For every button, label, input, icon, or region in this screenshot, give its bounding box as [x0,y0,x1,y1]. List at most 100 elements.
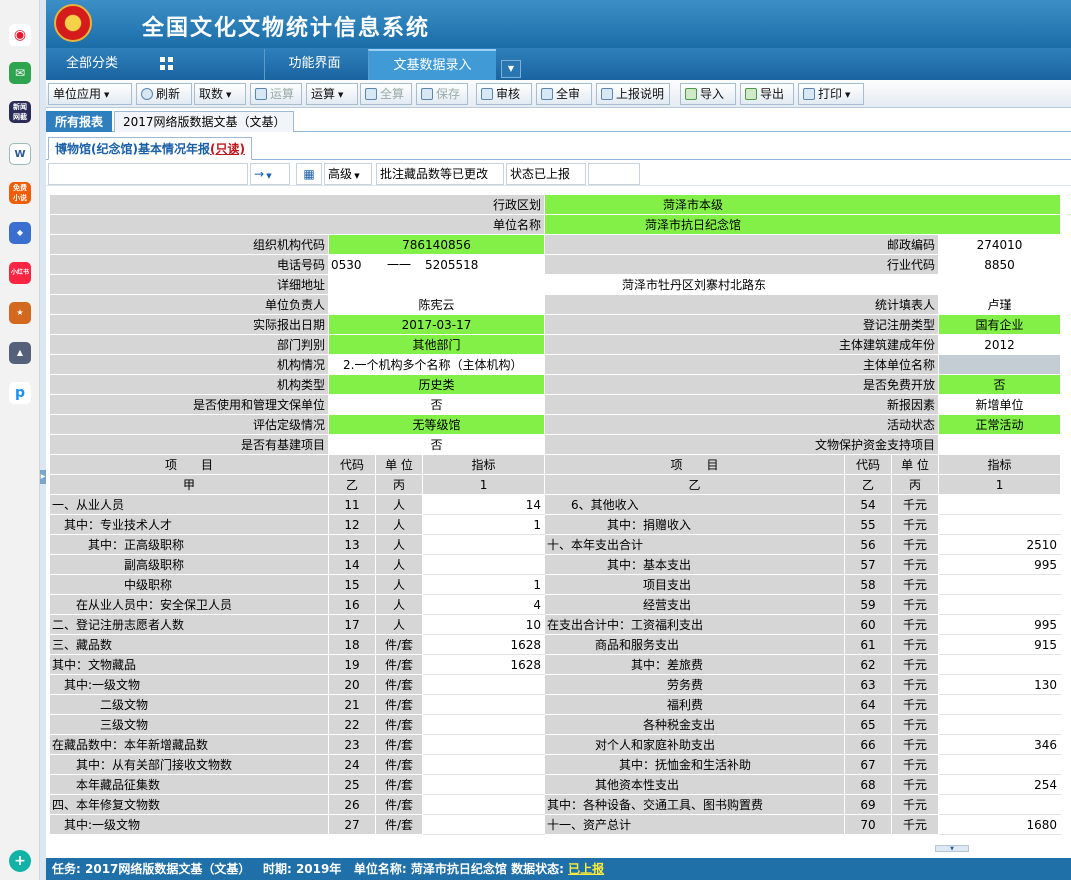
data-state-link[interactable]: 已上报 [568,862,604,876]
rating-field[interactable]: 无等级馆 [327,414,546,435]
report-date-field[interactable]: 2017-03-17 [327,314,546,335]
capital-field[interactable]: 否 [327,434,546,455]
dept-field[interactable]: 其他部门 [327,334,546,355]
plus-app-icon[interactable]: + [9,850,31,872]
advanced-dropdown[interactable]: 高级 ▼ [324,163,372,185]
right-value-input[interactable] [938,594,1062,615]
right-value-input[interactable]: 254 [938,774,1062,795]
left-value-input[interactable] [421,694,546,715]
right-value-input[interactable] [938,574,1062,595]
org-code-field[interactable]: 786140856 [327,234,546,255]
tab-museum-annual-report[interactable]: 博物馆(纪念馆)基本情况年报(只读) [48,137,252,160]
head-field[interactable]: 陈宪云 [327,294,546,315]
left-value-input[interactable]: 1 [421,574,546,595]
nav-more-dropdown-icon[interactable]: ▼ [501,60,521,78]
right-value-input[interactable] [938,694,1062,715]
unit-app-button[interactable]: 单位应用 ▼ [48,83,132,105]
activity-field[interactable]: 正常活动 [938,414,1062,435]
right-value-input[interactable]: 995 [938,554,1062,575]
left-value-input[interactable]: 1 [421,514,546,535]
right-value-input[interactable] [938,654,1062,675]
main-unit-field[interactable] [938,354,1062,375]
left-value-input[interactable]: 1628 [421,634,546,655]
left-value-input[interactable] [421,534,546,555]
postcode-field[interactable]: 274010 [938,234,1062,255]
xiaohongshu-icon[interactable]: 小红书 [9,262,31,284]
save-button[interactable]: 保存 [416,83,468,105]
right-value-input[interactable]: 346 [938,734,1062,755]
right-value-input[interactable] [938,494,1062,515]
free-open-field[interactable]: 否 [938,374,1062,395]
use-relic-field[interactable]: 否 [327,394,546,415]
tab-2017-network[interactable]: 2017网络版数据文基（文基） [114,111,294,132]
review-button[interactable]: 审核 [476,83,532,105]
compute-disabled-button[interactable]: 运算 [250,83,302,105]
calendar-icon[interactable]: ▦ [296,163,322,185]
right-value-input[interactable] [938,514,1062,535]
scroll-down-icon[interactable]: ▼ [935,845,969,852]
novel-app-icon[interactable]: 免费 小说 [9,182,31,204]
filter-extra-field[interactable] [588,163,640,185]
left-value-input[interactable] [421,794,546,815]
build-year-field[interactable]: 2012 [938,334,1062,355]
nav-data-entry[interactable]: 文基数据录入 [368,49,496,80]
game-app-icon-3[interactable]: ▲ [9,342,31,364]
import-button[interactable]: 导入 [680,83,736,105]
grid-menu-icon[interactable] [160,57,174,71]
left-value-input[interactable] [421,734,546,755]
left-value-input[interactable] [421,554,546,575]
right-value-input[interactable]: 995 [938,614,1062,635]
left-value-input[interactable]: 1628 [421,654,546,675]
reg-type-field[interactable]: 国有企业 [938,314,1062,335]
inst-type-field[interactable]: 历史类 [327,374,546,395]
all-review-button[interactable]: 全审 [536,83,592,105]
filter-input[interactable] [48,163,248,185]
fetch-button[interactable]: 取数 ▼ [194,83,246,105]
export-button[interactable]: 导出 [740,83,794,105]
phone-number-field[interactable]: 5205518 [421,254,546,275]
mail-icon[interactable]: ✉ [9,62,31,84]
fund-field[interactable] [938,434,1062,455]
right-value-input[interactable]: 2510 [938,534,1062,555]
weibo-icon[interactable]: ◉ [9,24,31,46]
admin-region-field[interactable]: 菏泽市本级 [544,194,1062,215]
report-note-button[interactable]: 上报说明 [596,83,670,105]
filler-field[interactable]: 卢瑾 [938,294,1062,315]
refresh-button[interactable]: 刷新 [136,83,192,105]
nav-function-ui[interactable]: 功能界面 [264,49,364,80]
go-arrow-button[interactable]: → ▼ [250,163,290,185]
right-value-input[interactable]: 130 [938,674,1062,695]
left-value-input[interactable] [421,774,546,795]
game-app-icon-2[interactable]: ★ [9,302,31,324]
address-field[interactable]: 菏泽市牡丹区刘寨村北路东 [327,274,1062,295]
left-value-input[interactable] [421,754,546,775]
industry-code-field[interactable]: 8850 [938,254,1062,275]
p-app-icon[interactable]: p [9,382,31,404]
new-factor-field[interactable]: 新增单位 [938,394,1062,415]
print-button[interactable]: 打印 ▼ [798,83,864,105]
right-code: 63 [844,674,893,695]
right-value-input[interactable] [938,714,1062,735]
right-value-input[interactable] [938,794,1062,815]
unit-app-label: 单位应用 [53,87,102,101]
left-value-input[interactable] [421,714,546,735]
nav-all-category[interactable]: 全部分类 [46,49,256,80]
tab-all-reports[interactable]: 所有报表 [46,111,113,132]
left-value-input[interactable] [421,674,546,695]
left-value-input[interactable] [421,814,546,835]
chevron-down-icon: ▼ [338,91,344,99]
left-value-input[interactable]: 4 [421,594,546,615]
left-value-input[interactable]: 10 [421,614,546,635]
phone-area-field[interactable]: 0530 [328,254,376,275]
right-value-input[interactable] [938,754,1062,775]
game-app-icon[interactable]: ◆ [9,222,31,244]
inst-field[interactable]: 2.一个机构多个名称（主体机构） [327,354,546,375]
unit-name-field[interactable]: 菏泽市抗日纪念馆 [544,214,1062,235]
news-icon[interactable]: 新闻 网截 [9,101,31,123]
right-value-input[interactable]: 915 [938,634,1062,655]
compute-button[interactable]: 运算 ▼ [306,83,358,105]
left-value-input[interactable]: 14 [421,494,546,515]
all-calc-button[interactable]: 全算 [360,83,412,105]
word-icon[interactable]: W [9,143,31,165]
right-value-input[interactable]: 1680 [938,814,1062,835]
